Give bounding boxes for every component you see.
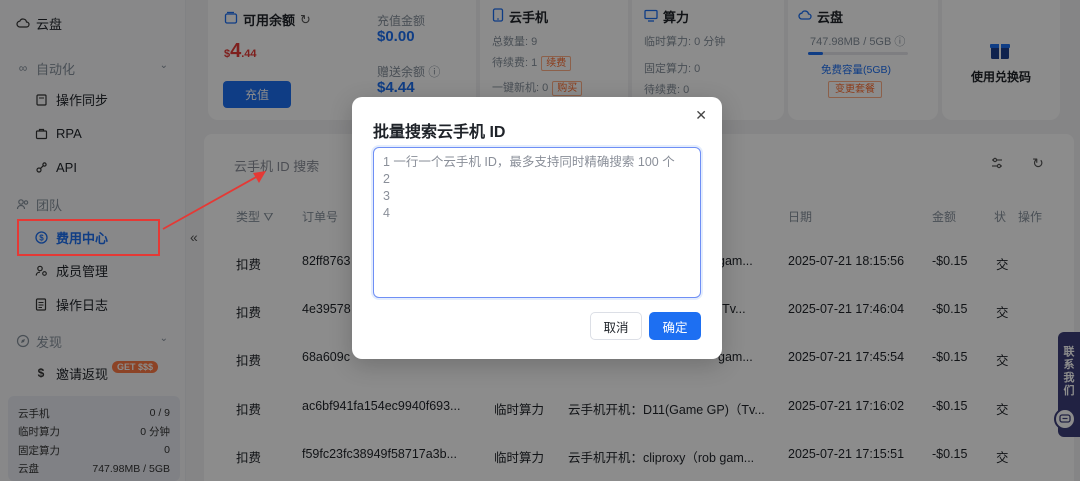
close-icon[interactable]: ✕ [695, 107, 707, 124]
cancel-button[interactable]: 取消 [590, 312, 642, 340]
modal-title: 批量搜索云手机 ID [373, 124, 506, 141]
annotation-highlight-box [17, 219, 160, 256]
confirm-button[interactable]: 确定 [649, 312, 701, 340]
batch-ids-textarea[interactable] [373, 147, 701, 298]
batch-search-modal: 批量搜索云手机 ID ✕ 取消 确定 [352, 97, 722, 359]
